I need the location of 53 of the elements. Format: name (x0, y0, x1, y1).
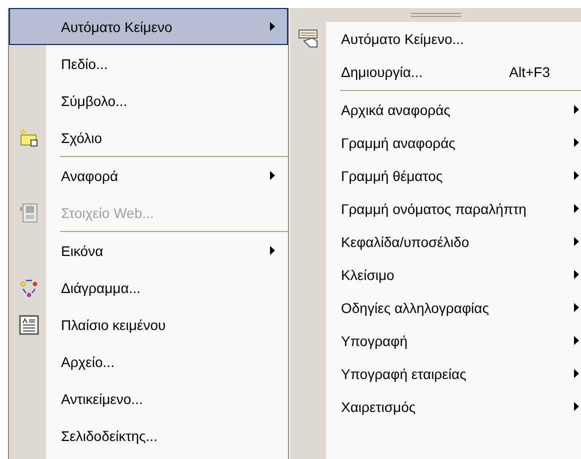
menu-item-label: Αντικείμενο... (61, 390, 144, 406)
menu-item[interactable]: Δημιουργία... Alt+F3 (290, 55, 581, 88)
menu-item[interactable]: Σύμβολο... (9, 82, 288, 119)
menu-item-label: Υπογραφή εταιρείας (341, 366, 468, 382)
menu-item[interactable]: Αρχικά αναφοράς (290, 93, 581, 126)
menu-item-label: Αρχείο... (61, 354, 116, 370)
menu-item-label: Υπογραφή (341, 332, 409, 348)
menu-item-label: Αυτόματο Κείμενο (61, 18, 174, 34)
menu-item-label: Αρχικά αναφοράς (341, 102, 452, 118)
menu-item-label: Χαιρετισμός (341, 398, 417, 414)
note-icon (18, 128, 38, 146)
menu-item-label: Γραμμή αναφοράς (341, 134, 456, 150)
menu-item-label: Οδηγίες αλληλογραφίας (341, 300, 490, 316)
menu-item[interactable]: Χαιρετισμός (290, 390, 581, 423)
menu-item-label: Στοιχείο Web... (61, 204, 155, 220)
menu-item[interactable]: Πεδίο... (9, 45, 288, 82)
menu-item-label: Αυτόματο Κείμενο... (341, 30, 465, 46)
menu-item[interactable]: Γραμμή ονόματος παραλήπτη (290, 192, 581, 225)
menu-item-label: Πεδίο... (61, 56, 109, 72)
menu-item[interactable]: Αναφορά (9, 157, 288, 194)
web-component-icon (18, 202, 38, 222)
menu-item-label: Γραμμή ονόματος παραλήπτη (341, 200, 528, 216)
shortcut-label: Alt+F3 (509, 64, 550, 80)
menu-item[interactable]: Διάγραμμα... (9, 269, 288, 306)
menu-item-label: Σχόλιο (61, 130, 104, 146)
menu-item-label: Κεφαλίδα/υποσέλιδο (341, 234, 470, 250)
menu-item[interactable]: Εικόνα (9, 232, 288, 269)
menu-item-label: Κλείσιμο (341, 266, 396, 282)
menu-item[interactable]: Γραμμή θέματος (290, 159, 581, 192)
menu-item[interactable]: Αυτόματο Κείμενο (9, 8, 288, 45)
menu-item[interactable]: Υπογραφή (290, 324, 581, 357)
menu-item[interactable]: Κεφαλίδα/υποσέλιδο (290, 225, 581, 258)
menu-item-label: Πλαίσιο κειμένου (61, 316, 167, 332)
menu-item-label: Εικόνα (61, 242, 104, 258)
menu-item[interactable]: Κλείσιμο (290, 258, 581, 291)
menu-item[interactable]: Οδηγίες αλληλογραφίας (290, 291, 581, 324)
menu-item[interactable]: Αυτόματο Κείμενο... (290, 22, 581, 55)
menu-item[interactable]: Υπογραφή εταιρείας (290, 357, 581, 390)
menu-item-label: Δημιουργία... (341, 64, 424, 80)
menu-item[interactable]: Αντικείμενο... (9, 380, 288, 417)
menu-item[interactable]: Αρχείο... (9, 343, 288, 380)
keyboard-hand-icon (298, 28, 320, 48)
menu-item[interactable]: Γραμμή αναφοράς (290, 126, 581, 159)
menu-item[interactable]: Σχόλιο (9, 119, 288, 156)
menu-item-label: Σελιδοδείκτης... (61, 428, 158, 444)
menu-item[interactable]: Σελιδοδείκτης... (9, 417, 288, 454)
menu-item-label: Αναφορά (61, 168, 120, 184)
menu-item[interactable]: Πλαίσιο κειμένου (9, 306, 288, 343)
menu-item-label: Γραμμή θέματος (341, 168, 444, 184)
cycle-diagram-icon (18, 278, 38, 298)
menu-item-label: Σύμβολο... (61, 92, 128, 108)
text-box-icon (18, 314, 38, 334)
menu-item-label: Διάγραμμα... (61, 280, 142, 296)
